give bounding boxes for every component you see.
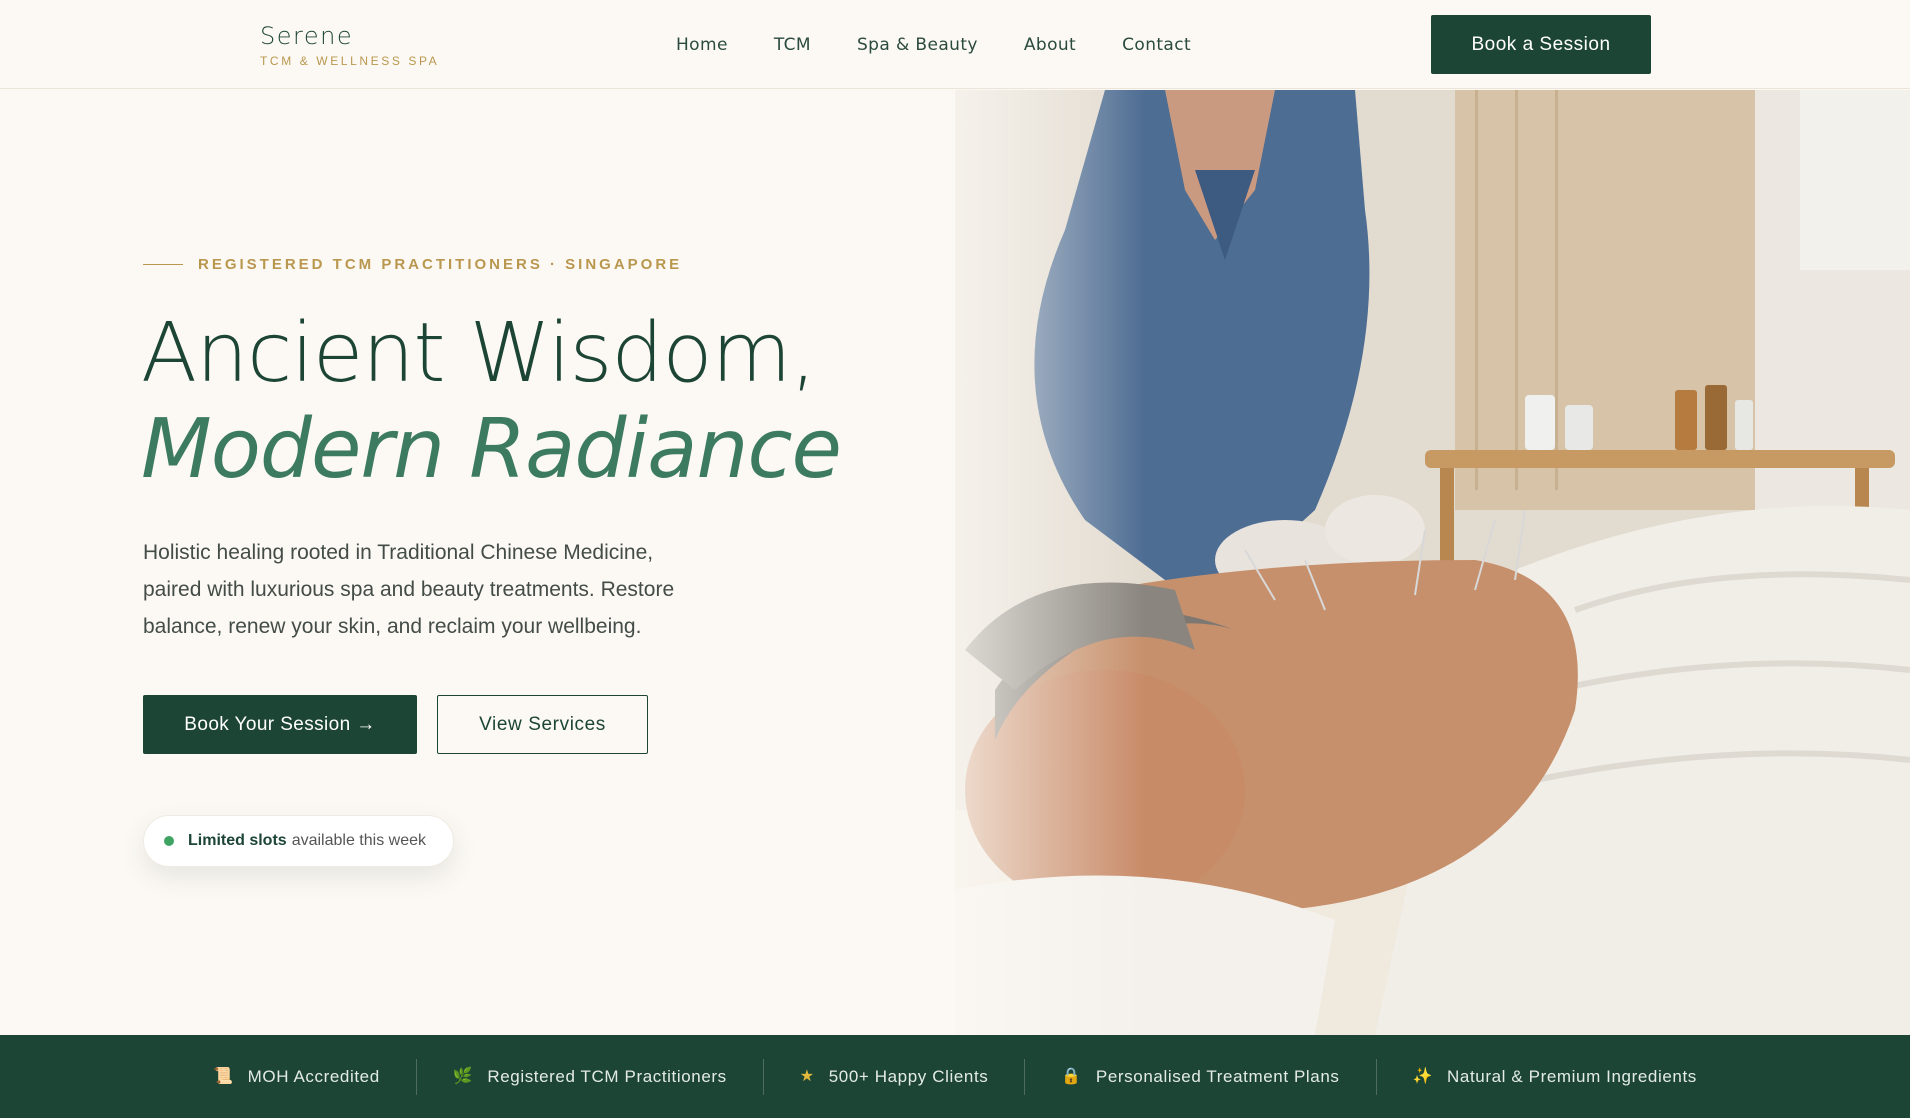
book-your-session-button[interactable]: Book Your Session → [143,695,417,754]
star-icon: ★ [799,1067,815,1085]
trust-item-ingredients: ✨ Natural & Premium Ingredients [1377,1067,1733,1087]
eyebrow-rule [143,264,183,265]
nav-home[interactable]: Home [676,35,728,55]
nav-tcm[interactable]: TCM [774,35,811,55]
site-header: Serene TCM & WELLNESS SPA Home TCM Spa &… [0,0,1910,89]
hero-photo [955,90,1910,1035]
trust-label: 500+ Happy Clients [828,1066,989,1086]
headline-line-2: Modern Radiance [141,402,842,497]
slots-strong: Limited slots [188,832,287,849]
lock-icon: 🔒 [1061,1067,1082,1085]
logo[interactable]: Serene TCM & WELLNESS SPA [260,22,439,68]
availability-badge: Limited slots available this week [143,815,454,867]
trust-label: MOH Accredited [247,1066,380,1086]
lead-line-3: balance, renew your skin, and reclaim yo… [143,615,642,638]
trust-label: Natural & Premium Ingredients [1447,1066,1697,1086]
hero-eyebrow: REGISTERED TCM PRACTITIONERS · SINGAPORE [143,256,682,273]
book-session-button[interactable]: Book a Session [1431,15,1651,74]
hero-headline: Ancient Wisdom, Modern Radiance [141,306,842,498]
logo-name[interactable]: Serene [260,22,439,50]
sparkle-icon: ✨ [1412,1067,1434,1085]
slots-rest: available this week [291,832,426,849]
hero-lead: Holistic healing rooted in Traditional C… [143,534,743,645]
nav-about[interactable]: About [1024,35,1076,55]
trust-item-practitioners: 🌿 Registered TCM Practitioners [417,1067,763,1087]
status-dot-icon [164,836,174,846]
herb-icon: 🌿 [452,1067,474,1085]
trust-bar: 📜 MOH Accredited 🌿 Registered TCM Practi… [0,1035,1910,1118]
view-services-button[interactable]: View Services [437,695,648,754]
hero-photo-fade [955,90,1145,1035]
eyebrow-text: REGISTERED TCM PRACTITIONERS · SINGAPORE [198,256,683,273]
lead-line-1: Holistic healing rooted in Traditional C… [143,541,654,564]
trust-item-clients: ★ 500+ Happy Clients [764,1067,1025,1087]
nav-contact[interactable]: Contact [1122,35,1191,55]
lead-line-2: paired with luxurious spa and beauty tre… [143,578,675,601]
headline-line-1: Ancient Wisdom, [141,306,817,401]
trust-label: Registered TCM Practitioners [487,1066,727,1086]
scroll-icon: 📜 [213,1067,234,1085]
nav-spa-beauty[interactable]: Spa & Beauty [857,35,978,55]
trust-item-plans: 🔒 Personalised Treatment Plans [1025,1067,1375,1087]
trust-item-moh: 📜 MOH Accredited [177,1067,416,1087]
logo-tagline: TCM & WELLNESS SPA [260,54,440,68]
trust-label: Personalised Treatment Plans [1095,1066,1340,1086]
main-nav: Home TCM Spa & Beauty About Contact [676,35,1237,55]
